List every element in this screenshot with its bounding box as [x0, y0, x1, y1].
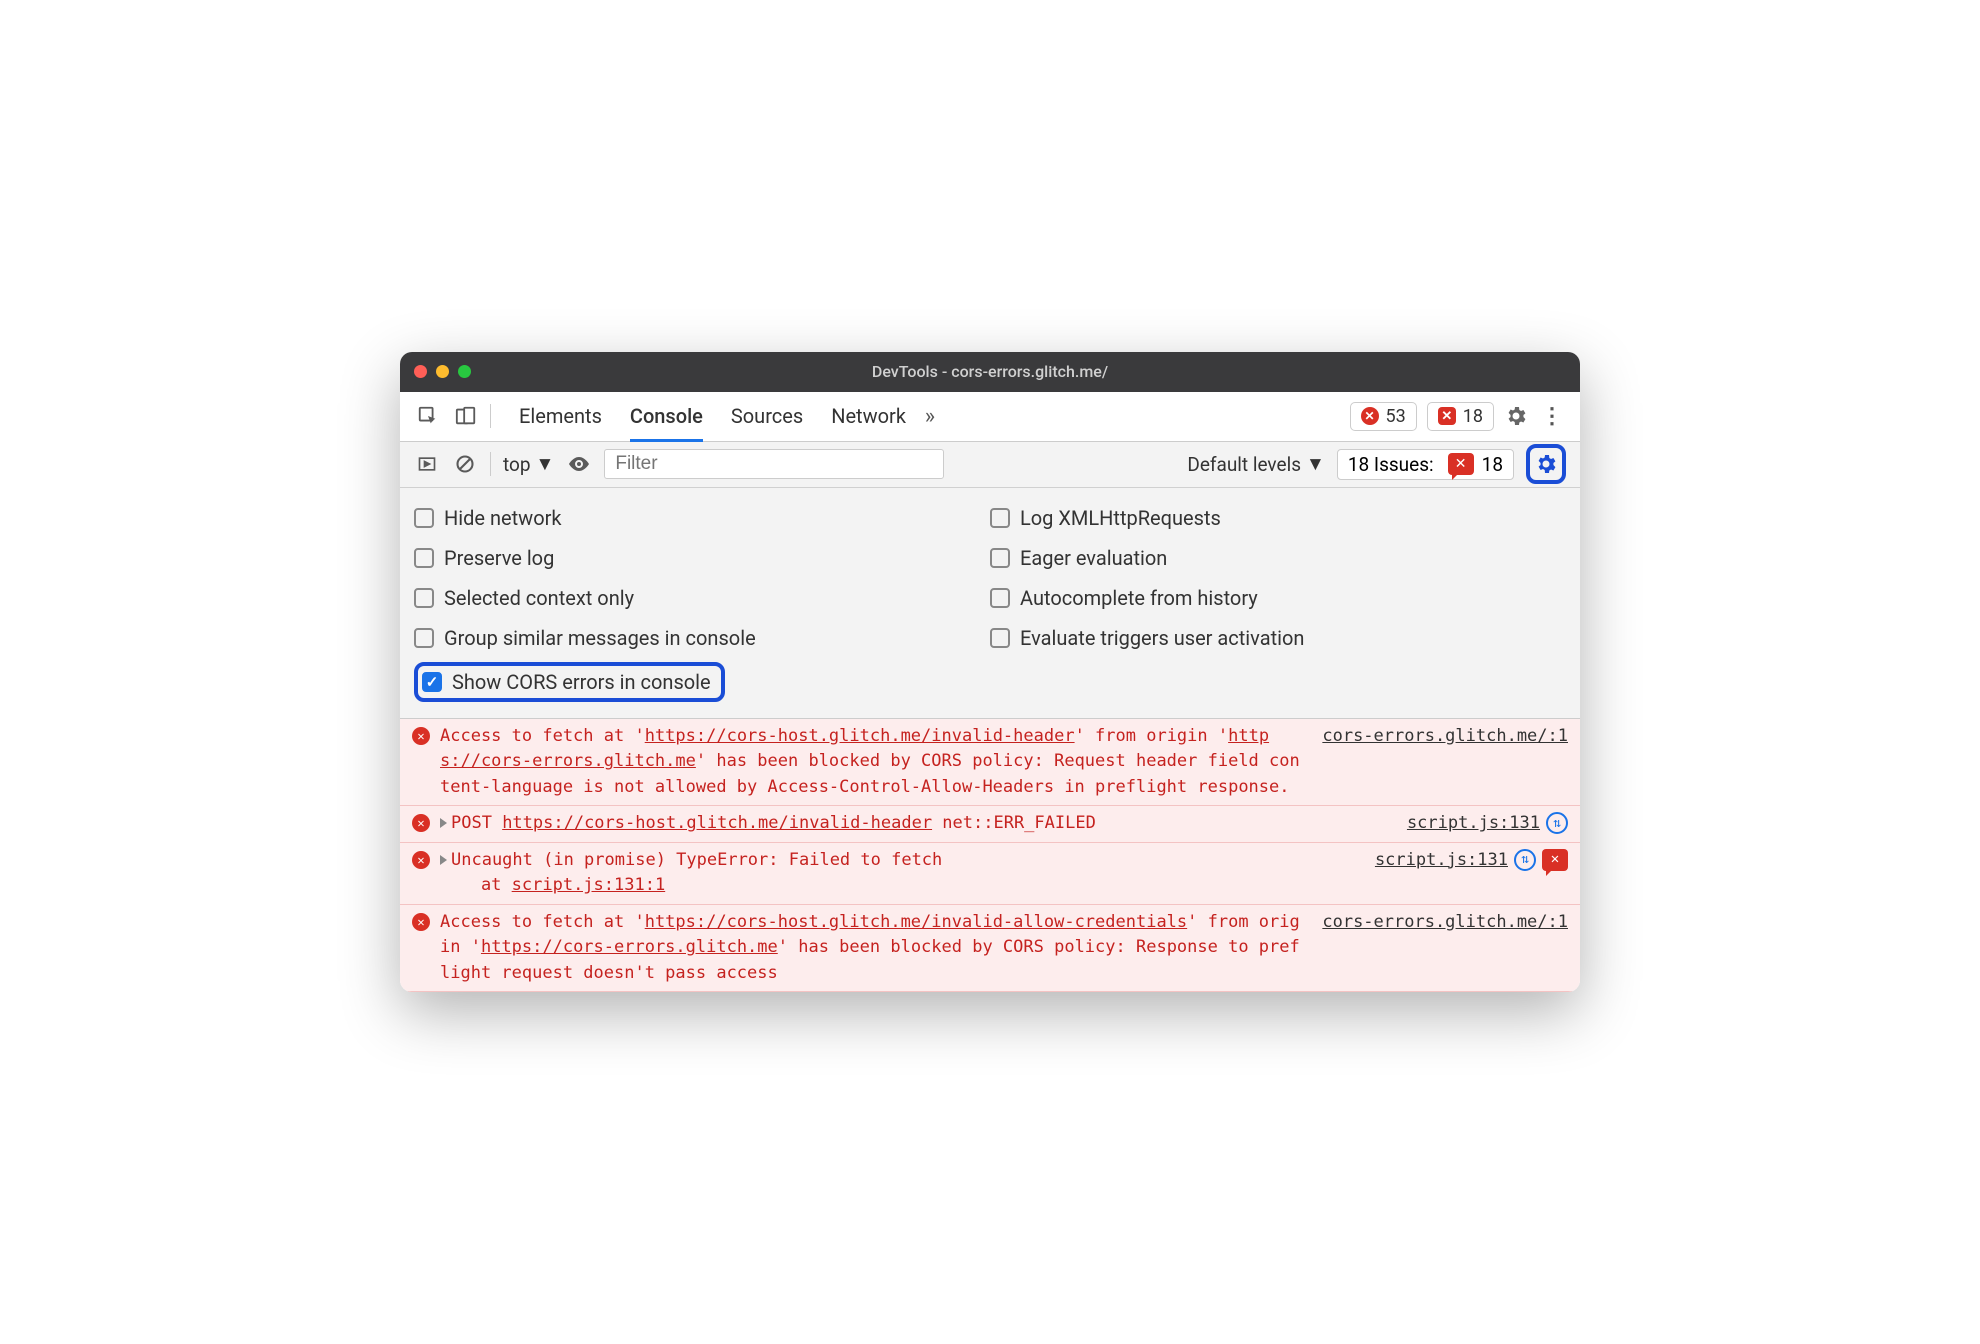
setting-label: Evaluate triggers user activation [1020, 626, 1304, 650]
issue-icon[interactable]: ✕ [1542, 849, 1568, 871]
log-message: Access to fetch at 'https://cors-host.gl… [440, 724, 1308, 801]
setting-checkbox[interactable]: Preserve log [414, 538, 990, 578]
checkbox-icon [990, 628, 1010, 648]
devtools-window: DevTools - cors-errors.glitch.me/ Elemen… [400, 352, 1580, 993]
issues-count: 18 [1482, 453, 1503, 476]
checkbox-icon [414, 548, 434, 568]
setting-label: Group similar messages in console [444, 626, 756, 650]
console-error-row[interactable]: ✕ POST https://cors-host.glitch.me/invali… [400, 806, 1580, 843]
setting-label: Selected context only [444, 586, 634, 610]
setting-checkbox[interactable]: Show CORS errors in console [422, 670, 711, 694]
context-selector[interactable]: top ▼ [503, 452, 554, 476]
close-window-button[interactable] [414, 365, 427, 378]
console-settings-panel: Hide network Preserve log Selected context… [400, 488, 1580, 719]
log-message: Uncaught (in promise) TypeError: Failed … [440, 848, 1361, 899]
checkbox-icon [414, 588, 434, 608]
log-message: Access to fetch at 'https://cors-host.gl… [440, 910, 1308, 987]
console-error-row[interactable]: ✕ Uncaught (in promise) TypeError: Failed… [400, 843, 1580, 905]
panel-tabs: Elements Console Sources Network [519, 392, 906, 441]
live-expression-icon[interactable] [566, 451, 592, 477]
console-output[interactable]: ✕ Access to fetch at 'https://cors-host.g… [400, 719, 1580, 993]
divider [490, 404, 491, 428]
console-filter-bar: top ▼ Default levels ▼ 18 Issues: ✕ 18 [400, 442, 1580, 488]
checkbox-icon [990, 548, 1010, 568]
setting-label: Log XMLHttpRequests [1020, 506, 1221, 530]
checkbox-icon [414, 628, 434, 648]
execution-context-icon[interactable] [414, 451, 440, 477]
issue-icon: ✕ [1438, 407, 1456, 425]
setting-checkbox[interactable]: Eager evaluation [990, 538, 1566, 578]
window-title: DevTools - cors-errors.glitch.me/ [872, 362, 1108, 381]
dropdown-triangle-icon: ▼ [1306, 452, 1325, 476]
error-count-badge[interactable]: ✕ 53 [1350, 402, 1417, 431]
filter-input[interactable] [604, 449, 944, 479]
setting-label: Preserve log [444, 546, 554, 570]
log-source-link[interactable]: cors-errors.glitch.me/:1 [1322, 726, 1568, 746]
log-message: POST https://cors-host.glitch.me/invalid… [440, 811, 1393, 837]
setting-checkbox[interactable]: Hide network [414, 498, 990, 538]
tab-elements[interactable]: Elements [519, 392, 602, 441]
error-icon: ✕ [1361, 407, 1379, 425]
titlebar: DevTools - cors-errors.glitch.me/ [400, 352, 1580, 392]
inspect-element-icon[interactable] [414, 402, 442, 430]
error-icon: ✕ [412, 814, 430, 832]
divider [490, 452, 491, 476]
settings-icon[interactable] [1504, 404, 1528, 428]
setting-label: Show CORS errors in console [452, 670, 711, 694]
zoom-window-button[interactable] [458, 365, 471, 378]
setting-label: Eager evaluation [1020, 546, 1167, 570]
device-toggle-icon[interactable] [452, 402, 480, 430]
setting-checkbox[interactable]: Selected context only [414, 578, 990, 618]
issues-summary[interactable]: 18 Issues: ✕ 18 [1337, 449, 1514, 480]
context-label: top [503, 453, 531, 476]
checkbox-icon [414, 508, 434, 528]
setting-checkbox[interactable]: Evaluate triggers user activation [990, 618, 1566, 658]
log-source-link[interactable]: script.js:131 [1407, 813, 1540, 833]
minimize-window-button[interactable] [436, 365, 449, 378]
traffic-lights [414, 365, 471, 378]
log-source-link[interactable]: cors-errors.glitch.me/:1 [1322, 912, 1568, 932]
setting-label: Autocomplete from history [1020, 586, 1258, 610]
network-icon[interactable]: ⇅ [1546, 812, 1568, 834]
issues-label: 18 Issues: [1348, 453, 1434, 476]
console-error-row[interactable]: ✕ Access to fetch at 'https://cors-host.g… [400, 719, 1580, 807]
log-levels-selector[interactable]: Default levels ▼ [1187, 452, 1324, 476]
network-icon[interactable]: ⇅ [1514, 849, 1536, 871]
error-count: 53 [1386, 406, 1406, 427]
console-settings-button[interactable] [1526, 444, 1566, 484]
error-icon: ✕ [412, 913, 430, 931]
highlighted-setting: Show CORS errors in console [414, 662, 725, 702]
clear-console-icon[interactable] [452, 451, 478, 477]
setting-checkbox[interactable]: Log XMLHttpRequests [990, 498, 1566, 538]
kebab-menu-icon[interactable]: ⋮ [1538, 402, 1566, 430]
setting-checkbox[interactable]: Group similar messages in console [414, 618, 990, 658]
dropdown-triangle-icon: ▼ [536, 452, 555, 476]
tab-network[interactable]: Network [831, 392, 906, 441]
issues-count: 18 [1463, 406, 1483, 427]
console-error-row[interactable]: ✕ Access to fetch at 'https://cors-host.g… [400, 905, 1580, 993]
levels-label: Default levels [1187, 453, 1301, 476]
more-tabs-icon[interactable]: » [916, 402, 944, 430]
main-toolbar: Elements Console Sources Network » ✕ 53 ✕ 1… [400, 392, 1580, 442]
issues-count-badge[interactable]: ✕ 18 [1427, 402, 1494, 431]
log-source-link[interactable]: script.js:131 [1375, 850, 1508, 870]
issue-icon: ✕ [1448, 453, 1474, 475]
error-icon: ✕ [412, 727, 430, 745]
setting-label: Hide network [444, 506, 562, 530]
setting-checkbox[interactable]: Autocomplete from history [990, 578, 1566, 618]
tab-sources[interactable]: Sources [731, 392, 803, 441]
checkbox-icon [990, 588, 1010, 608]
checkbox-icon [990, 508, 1010, 528]
error-icon: ✕ [412, 851, 430, 869]
tab-console[interactable]: Console [630, 392, 703, 441]
checkbox-icon [422, 672, 442, 692]
